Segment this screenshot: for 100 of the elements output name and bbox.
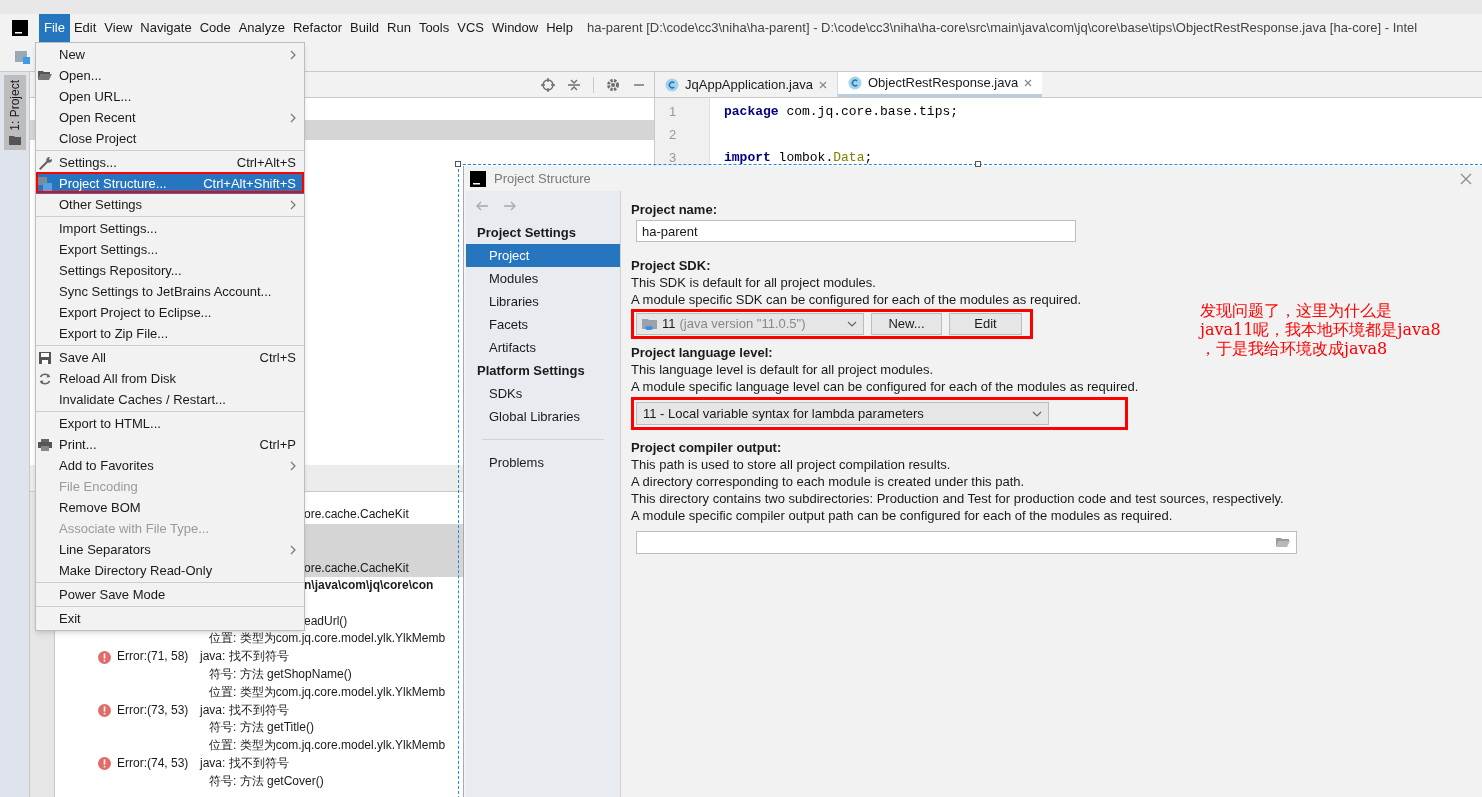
menu-item[interactable]: Export to HTML... <box>36 413 304 434</box>
close-icon[interactable] <box>1024 79 1033 87</box>
menu-item[interactable]: Open... <box>36 65 304 86</box>
menu-item[interactable]: Tools <box>414 14 454 42</box>
menu-item[interactable]: Line Separators <box>36 539 304 560</box>
resize-handle[interactable] <box>455 161 461 167</box>
sdk-dropdown[interactable]: 11 (java version "11.0.5") <box>636 313 864 335</box>
sdk-button[interactable]: Edit <box>949 313 1022 335</box>
field-label: Project SDK: <box>631 257 711 274</box>
forward-arrow-icon[interactable] <box>503 201 517 211</box>
menu-item[interactable]: View <box>100 14 137 42</box>
nav-item[interactable]: SDKs <box>466 382 620 405</box>
menu-item[interactable]: New <box>36 44 304 65</box>
menu-item[interactable]: Reload All from Disk <box>36 368 304 389</box>
nav-item[interactable]: Libraries <box>466 290 620 313</box>
menu-item[interactable]: Close Project <box>36 128 304 149</box>
language-level-dropdown[interactable]: 11 - Local variable syntax for lambda parameters <box>636 402 1049 425</box>
description-text: This language level is default for all project modules. <box>631 361 934 378</box>
project-view-icon[interactable] <box>14 48 32 65</box>
menu-item[interactable]: Settings... Ctrl+Alt+S <box>36 152 304 173</box>
build-output-line[interactable]: 位置: 类型为com.jq.core.model.ylk.YlkMemb <box>55 683 463 702</box>
menu-item[interactable]: Run <box>383 14 415 42</box>
output-path-field[interactable] <box>636 531 1297 554</box>
field-label: Project language level: <box>631 344 773 361</box>
menu-item[interactable]: Other Settings <box>36 194 304 215</box>
description-text: A module specific language level can be configured for each of the modules as required. <box>631 378 1139 395</box>
editor-tab[interactable]: JqAppApplication.java <box>655 72 838 97</box>
description-text: This path is used to store all project compilation results. <box>631 456 951 473</box>
menu-item[interactable]: Build <box>346 14 383 42</box>
menu-item[interactable]: Export Project to Eclipse... <box>36 302 304 323</box>
nav-item[interactable]: Global Libraries <box>466 405 620 428</box>
menu-item[interactable]: Add to Favorites <box>36 455 304 476</box>
dialog-title: Project Structure <box>494 169 591 188</box>
menu-item[interactable]: Power Save Mode <box>36 584 304 605</box>
field-label: Project compiler output: <box>631 439 782 456</box>
class-icon <box>847 76 862 90</box>
nav-item[interactable]: Facets <box>466 313 620 336</box>
reload-icon <box>38 371 52 386</box>
menu-item[interactable]: VCS <box>453 14 488 42</box>
nav-heading: Platform Settings <box>476 362 586 380</box>
text-field[interactable]: ha-parent <box>636 220 1076 242</box>
menu-item[interactable]: Export Settings... <box>36 239 304 260</box>
error-icon <box>98 757 111 771</box>
menu-item[interactable]: Print... Ctrl+P <box>36 434 304 455</box>
menu-item[interactable]: Save All Ctrl+S <box>36 347 304 368</box>
error-icon <box>98 650 111 664</box>
build-output-line[interactable]: 位置: 类型为com.jq.core.model.ylk.YlkMemb <box>55 737 463 755</box>
menu-item[interactable]: Remove BOM <box>36 497 304 518</box>
menu-item[interactable]: Edit <box>69 14 101 42</box>
menu-item[interactable]: Invalidate Caches / Restart... <box>36 389 304 410</box>
field-label: Project name: <box>631 201 717 218</box>
chevron-right-icon <box>290 460 296 471</box>
menu-item[interactable]: Window <box>487 14 543 42</box>
line-number: 2 <box>668 126 678 144</box>
menu-item[interactable]: File <box>39 14 70 42</box>
menu-item[interactable]: Analyze <box>234 14 289 42</box>
line-number: 3 <box>668 149 678 167</box>
sdk-folder-icon <box>642 317 658 331</box>
settings-icon[interactable] <box>606 77 620 92</box>
close-icon[interactable] <box>1460 172 1472 185</box>
close-icon[interactable] <box>818 80 827 89</box>
menu-item[interactable]: Open Recent <box>36 107 304 128</box>
app-logo-icon <box>470 170 486 187</box>
menu-item[interactable]: Help <box>542 14 577 42</box>
nav-item[interactable]: Project <box>466 244 620 267</box>
crosshair-icon[interactable] <box>541 77 555 92</box>
build-output-line[interactable]: 符号: 方法 getTitle() <box>55 719 463 738</box>
menu-item[interactable]: Code <box>195 14 235 42</box>
menu-item[interactable]: Exit <box>36 608 304 629</box>
menu-item[interactable]: Refactor <box>288 14 347 42</box>
error-location[interactable]: Error:(71, 58) <box>117 648 200 666</box>
sdk-button[interactable]: New... <box>871 313 942 335</box>
annotation-note: 发现问题了，这里为什么是 java11呢，我本地环境都是java8 ，于是我给环境改成java8 <box>1200 301 1441 358</box>
collapse-icon[interactable] <box>567 77 581 92</box>
description-text: A module specific SDK can be configured for each of the modules as required. <box>631 291 1082 308</box>
nav-item[interactable]: Artifacts <box>466 336 620 359</box>
error-location[interactable]: Error:(74, 53) <box>117 754 200 773</box>
project-structure-icon <box>38 176 52 191</box>
menu-item[interactable]: Open URL... <box>36 86 304 107</box>
menu-item[interactable]: Settings Repository... <box>36 260 304 281</box>
menu-item[interactable]: Sync Settings to JetBrains Account... <box>36 281 304 302</box>
menu-item[interactable]: Import Settings... <box>36 218 304 239</box>
build-output-line[interactable]: 位置: 类型为com.jq.core.model.ylk.YlkMemb <box>55 630 463 649</box>
editor-tab[interactable]: ObjectRestResponse.java <box>837 72 1043 97</box>
menu-item[interactable]: Make Directory Read-Only <box>36 560 304 581</box>
menu-item[interactable]: Export to Zip File... <box>36 323 304 344</box>
folder-icon[interactable] <box>1276 537 1290 548</box>
error-location[interactable]: Error:(73, 53) <box>117 701 200 720</box>
code-line: import lombok.Data; <box>724 149 873 167</box>
menu-item[interactable]: Navigate <box>136 14 196 42</box>
error-message: java: 找不到符号 <box>200 648 289 666</box>
build-output-line[interactable]: 符号: 方法 getCover() <box>55 772 463 791</box>
resize-handle[interactable] <box>975 161 981 167</box>
back-arrow-icon[interactable] <box>475 201 489 211</box>
nav-item[interactable]: Modules <box>466 267 620 290</box>
nav-heading: Project Settings <box>476 224 577 242</box>
chevron-down-icon <box>1032 410 1042 417</box>
nav-item[interactable]: Problems <box>466 451 620 474</box>
build-output-line[interactable]: 符号: 方法 getShopName() <box>55 666 463 684</box>
project-tool-tab[interactable]: 1: Project <box>3 75 26 150</box>
